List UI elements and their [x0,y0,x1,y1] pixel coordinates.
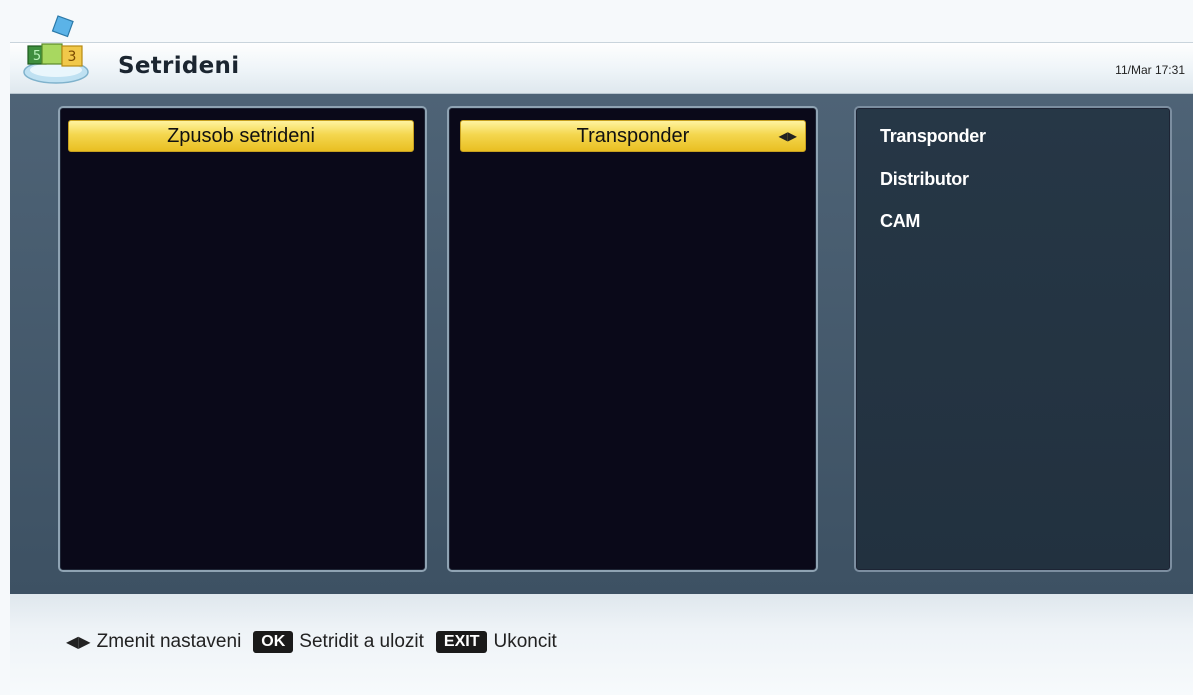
menu-cubes-icon: 5 3 [23,15,89,84]
clock: 11/Mar 17:31 [1115,63,1185,77]
settings-label-column: Zpusob setrideni [58,106,427,572]
sort-save-hint: Setridit a ulozit [299,631,424,652]
logo-digit-2: 3 [68,49,77,65]
help-line: ◀▶ Zmenit nastaveni OK Setridit a ulozit… [66,629,557,655]
left-right-arrows-icon: ◀▶ [778,129,797,143]
exit-key-icon: EXIT [435,631,488,653]
page-title: Setrideni [118,53,240,79]
sort-method-value[interactable]: Transponder ◀▶ [460,120,806,152]
options-list: Transponder Distributor CAM [854,106,1172,572]
help-bar: ◀▶ Zmenit nastaveni OK Setridit a ulozit… [10,594,1193,695]
settings-value-column: Transponder ◀▶ [447,106,818,572]
option-cam[interactable]: CAM [880,211,920,232]
ok-key-icon: OK [253,631,294,653]
option-distributor[interactable]: Distributor [880,169,969,190]
sort-method-value-text: Transponder [576,125,690,147]
logo-digit-1: 5 [33,49,41,64]
change-setting-hint: Zmenit nastaveni [96,631,242,652]
option-transponder[interactable]: Transponder [880,126,986,147]
left-right-arrows-icon: ◀▶ [66,634,91,651]
main-panel: Zpusob setrideni Transponder ◀▶ Transpon… [10,94,1193,594]
sort-method-label[interactable]: Zpusob setrideni [68,120,414,152]
title-bar: Setrideni 11/Mar 17:31 [10,42,1193,94]
exit-hint: Ukoncit [493,631,557,652]
